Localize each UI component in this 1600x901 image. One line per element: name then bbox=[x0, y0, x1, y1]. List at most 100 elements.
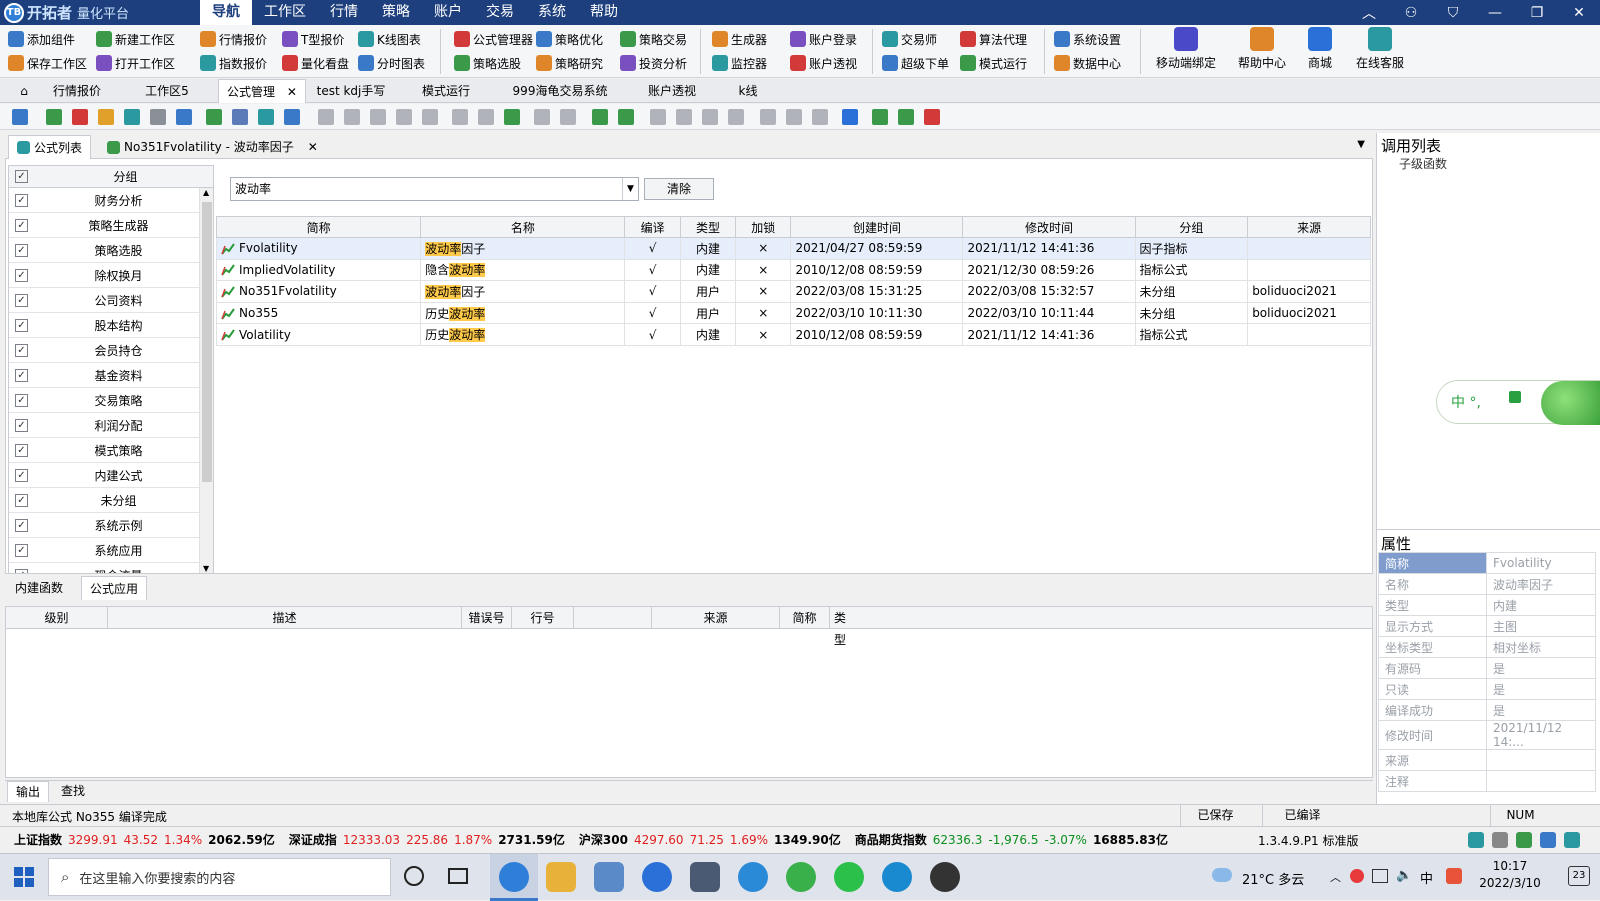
scrollbar-thumb[interactable] bbox=[202, 202, 212, 482]
table-row[interactable]: Fvolatility 波动率因子 √ 内建 × 2021/04/27 08:59:59 2… bbox=[215, 237, 1371, 260]
calculator-icon[interactable] bbox=[690, 862, 720, 892]
ribbon-row2-3[interactable]: 量化看盘 bbox=[282, 52, 349, 74]
toolbar-icon-31[interactable] bbox=[872, 109, 888, 125]
property-row[interactable]: 有源码是 bbox=[1378, 657, 1596, 679]
menu-item-4[interactable]: 账户 bbox=[422, 0, 474, 25]
group-row[interactable]: ✓ 基金资料 bbox=[9, 363, 199, 388]
col-header-7[interactable]: 分组 bbox=[1134, 216, 1249, 238]
shirt-icon[interactable] bbox=[1509, 391, 1521, 403]
tb-app-icon[interactable] bbox=[499, 862, 529, 892]
ribbon-row1-12[interactable]: 系统设置 bbox=[1054, 28, 1121, 50]
col-header-6[interactable]: 修改时间 bbox=[962, 216, 1136, 238]
windows-start-icon[interactable] bbox=[14, 867, 34, 887]
group-row[interactable]: ✓ 策略选股 bbox=[9, 238, 199, 263]
index-name[interactable]: 深证成指 bbox=[289, 831, 337, 848]
edge-icon[interactable] bbox=[882, 862, 912, 892]
group-row[interactable]: ✓ 系统示例 bbox=[9, 513, 199, 538]
property-row[interactable]: 类型 内建 bbox=[1378, 594, 1596, 616]
formula-search-input[interactable]: 波动率 ▼ bbox=[230, 177, 639, 201]
group-row[interactable]: ✓ 策略生成器 bbox=[9, 213, 199, 238]
tab-5[interactable]: 999海龟交易系统 bbox=[500, 79, 620, 103]
table-row[interactable]: No351Fvolatility 波动率因子 √ 用户 × 2022/03/08 15:3… bbox=[215, 280, 1371, 303]
group-row[interactable]: ✓ 交易策略 bbox=[9, 388, 199, 413]
tab-2[interactable]: 公式管理 ✕ bbox=[218, 79, 306, 103]
output-tab-1[interactable]: 查找 bbox=[53, 781, 93, 802]
child-functions-node[interactable]: 子级函数 bbox=[1399, 155, 1447, 172]
group-row[interactable]: ✓ 公司资料 bbox=[9, 288, 199, 313]
col-header-8[interactable]: 来源 bbox=[1247, 216, 1371, 238]
bottom-tab-0[interactable]: 内建函数 bbox=[7, 576, 71, 600]
group-checkbox[interactable]: ✓ bbox=[15, 218, 28, 232]
sogou-icon[interactable] bbox=[1446, 868, 1462, 884]
group-row[interactable]: ✓ 现金流量 bbox=[9, 563, 199, 573]
toolbar-icon-32[interactable] bbox=[898, 109, 914, 125]
toolbar-icon-21[interactable] bbox=[592, 109, 608, 125]
property-row[interactable]: 名称 波动率因子 bbox=[1378, 573, 1596, 595]
computer-icon[interactable] bbox=[594, 862, 624, 892]
error-col-3[interactable]: 行号 bbox=[512, 607, 574, 629]
toolbar-icon-5[interactable] bbox=[150, 109, 166, 125]
avatar-app-icon[interactable] bbox=[930, 862, 960, 892]
output-tab-0[interactable]: 输出 bbox=[7, 781, 50, 802]
message-icon[interactable] bbox=[1564, 832, 1580, 848]
toolbar-icon-9[interactable] bbox=[258, 109, 274, 125]
wechat-icon[interactable] bbox=[834, 862, 864, 892]
group-checkbox[interactable]: ✓ bbox=[15, 293, 28, 307]
table-row[interactable]: Volatility 历史波动率 √ 内建 × 2010/12/08 08:59:59 20… bbox=[215, 323, 1371, 346]
group-checkbox[interactable]: ✓ bbox=[15, 368, 28, 382]
table-row[interactable]: ImpliedVolatility 隐含波动率 √ 内建 × 2010/12/08 08:… bbox=[215, 258, 1371, 282]
toolbar-icon-10[interactable] bbox=[284, 109, 300, 125]
select-all-checkbox[interactable]: ✓ bbox=[15, 170, 28, 183]
col-header-1[interactable]: 名称 bbox=[420, 216, 626, 238]
skin-icon[interactable]: ⛉ bbox=[1432, 0, 1474, 25]
subtab-0[interactable]: 公式列表 bbox=[8, 135, 92, 159]
group-checkbox[interactable]: ✓ bbox=[15, 518, 28, 532]
col-header-3[interactable]: 类型 bbox=[679, 216, 737, 238]
cortana-icon[interactable] bbox=[404, 866, 424, 886]
subtab-close-icon[interactable]: ✕ bbox=[308, 136, 318, 158]
notification-badge[interactable]: 23 bbox=[1568, 866, 1590, 886]
ribbon-row2-7[interactable]: 投资分析 bbox=[620, 52, 687, 74]
toolbar-icon-14[interactable] bbox=[396, 109, 412, 125]
menu-item-6[interactable]: 系统 bbox=[526, 0, 578, 25]
tab-0[interactable]: 行情报价 bbox=[42, 79, 112, 103]
group-row[interactable]: ✓ 模式策略 bbox=[9, 438, 199, 463]
tab-1[interactable]: 工作区5 bbox=[132, 79, 202, 103]
ribbon-row2-8[interactable]: 监控器 bbox=[712, 52, 767, 74]
toolbar-icon-3[interactable] bbox=[98, 109, 114, 125]
menu-item-5[interactable]: 交易 bbox=[474, 0, 526, 25]
toolbar-icon-29[interactable] bbox=[812, 109, 828, 125]
toolbar-icon-17[interactable] bbox=[478, 109, 494, 125]
group-checkbox[interactable]: ✓ bbox=[15, 493, 28, 507]
collapse-icon[interactable]: ︿ bbox=[1348, 0, 1390, 25]
menu-item-3[interactable]: 策略 bbox=[370, 0, 422, 25]
group-checkbox[interactable]: ✓ bbox=[15, 418, 28, 432]
ribbon-row1-11[interactable]: 算法代理 bbox=[960, 28, 1027, 50]
home-icon[interactable]: ⌂ bbox=[12, 79, 36, 103]
index-name[interactable]: 沪深300 bbox=[579, 831, 628, 848]
group-checkbox[interactable]: ✓ bbox=[15, 318, 28, 332]
account-icon[interactable] bbox=[1516, 832, 1532, 848]
ribbon-row1-7[interactable]: 策略交易 bbox=[620, 28, 687, 50]
toolbar-icon-12[interactable] bbox=[344, 109, 360, 125]
ribbon-row1-6[interactable]: 策略优化 bbox=[536, 28, 603, 50]
bottom-tab-1[interactable]: 公式应用 bbox=[81, 576, 148, 600]
property-row[interactable]: 简称 Fvolatility bbox=[1378, 552, 1596, 574]
toolbar-icon-7[interactable] bbox=[206, 109, 222, 125]
ribbon-row1-9[interactable]: 账户登录 bbox=[790, 28, 857, 50]
toolbar-icon-16[interactable] bbox=[452, 109, 468, 125]
group-row[interactable]: ✓ 会员持仓 bbox=[9, 338, 199, 363]
ribbon-row2-9[interactable]: 账户透视 bbox=[790, 52, 857, 74]
group-row[interactable]: ✓ 财务分析 bbox=[9, 188, 199, 213]
edge-legacy-icon[interactable] bbox=[738, 862, 768, 892]
ribbon-row1-5[interactable]: 公式管理器 bbox=[454, 28, 533, 50]
toolbar-icon-18[interactable] bbox=[504, 109, 520, 125]
ribbon-big-2[interactable]: 商城 bbox=[1308, 27, 1332, 77]
volume-icon[interactable]: 🔈 bbox=[1396, 868, 1412, 883]
group-row[interactable]: ✓ 内建公式 bbox=[9, 463, 199, 488]
property-row[interactable]: 注释 bbox=[1378, 770, 1596, 792]
property-row[interactable]: 编译成功是 bbox=[1378, 699, 1596, 721]
menu-item-0[interactable]: 导航 bbox=[200, 0, 252, 25]
index-name[interactable]: 上证指数 bbox=[14, 831, 62, 848]
error-col-6[interactable]: 简称 bbox=[780, 607, 830, 629]
